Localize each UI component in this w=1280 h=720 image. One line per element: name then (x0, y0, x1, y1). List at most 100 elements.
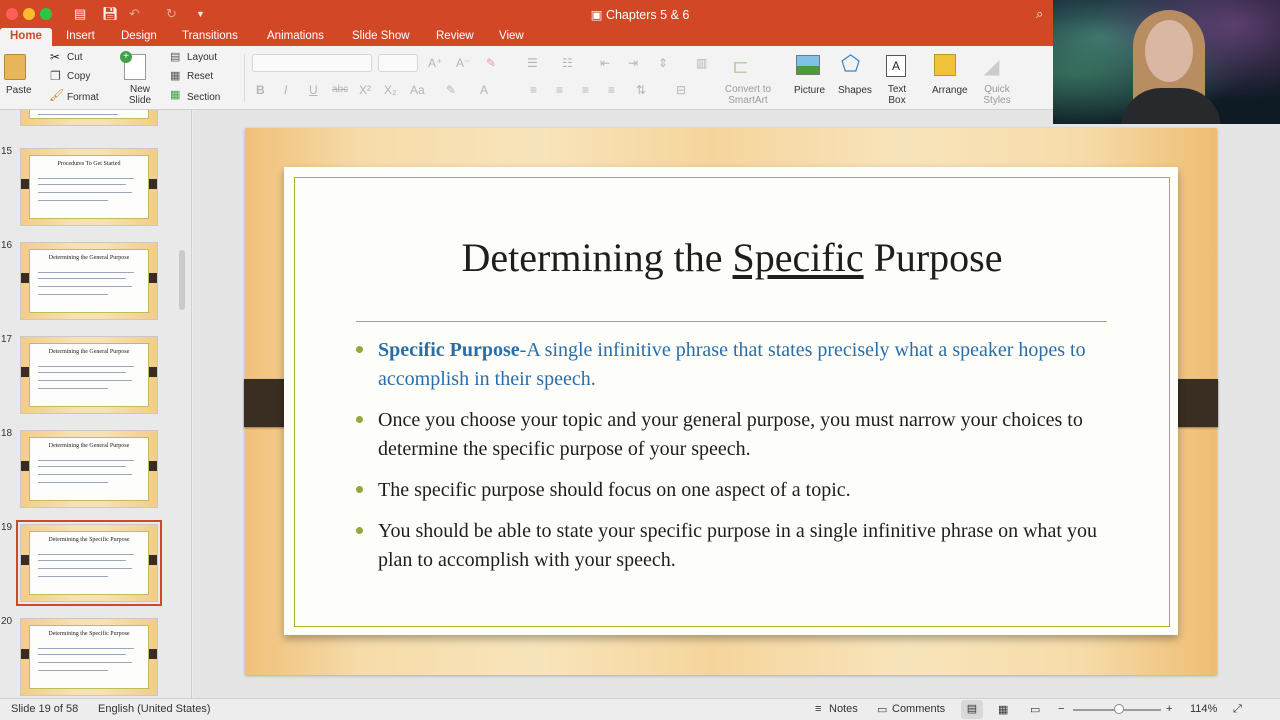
copy-icon[interactable]: ❐ (50, 69, 61, 83)
slide-number: 16 (1, 240, 13, 251)
thumb-card: Determining the General Purpose (29, 249, 149, 313)
highlight-icon[interactable]: ✎ (446, 83, 456, 97)
reset-button[interactable]: Reset (187, 71, 213, 82)
slide-title[interactable]: Determining the Specific Purpose (294, 234, 1170, 281)
convert-smartart-icon[interactable]: ⊏ (732, 54, 749, 79)
thumb-card: Determining the Specific Purpose (29, 625, 149, 689)
quick-styles-button[interactable]: Quick Styles (982, 84, 1012, 106)
grow-font-icon[interactable]: A⁺ (428, 56, 442, 70)
italic-icon[interactable]: I (284, 83, 287, 97)
webcam-overlay (1053, 0, 1280, 124)
section-button[interactable]: Section (187, 92, 220, 103)
line-spacing-icon[interactable]: ⇕ (658, 56, 668, 70)
text-box-button[interactable]: Text Box (885, 84, 909, 106)
slide-thumbnail[interactable]: Determining the General Purpose (20, 242, 158, 320)
bullet-item[interactable]: Specific Purpose-A single infinitive phr… (378, 336, 1118, 394)
notes-button[interactable]: Notes (829, 703, 858, 715)
add-icon: + (120, 51, 132, 63)
format-painter-button[interactable]: Format (67, 92, 99, 103)
bullets-icon[interactable]: ☰ (527, 56, 538, 70)
slide-title-part: Purpose (863, 235, 1003, 280)
notes-icon[interactable]: ≡ (815, 703, 821, 715)
slide-thumbnail[interactable]: Determining the General Purpose (20, 430, 158, 508)
align-text-icon[interactable]: ⊟ (676, 83, 686, 97)
layout-button[interactable]: Layout (187, 52, 217, 63)
slide-sorter-icon[interactable]: ▦ (998, 703, 1008, 716)
justify-icon[interactable]: ≡ (608, 83, 615, 97)
normal-view-icon[interactable]: ▤ (961, 700, 983, 719)
slide-thumbnail[interactable]: Determining the Specific Purpose (20, 618, 158, 696)
shrink-font-icon[interactable]: A⁻ (456, 56, 470, 70)
text-effects-icon[interactable]: Aa (410, 83, 425, 97)
shapes-button[interactable]: Shapes (838, 85, 872, 96)
slide-thumbnail[interactable]: Procedures To Get Started (20, 148, 158, 226)
strikethrough-icon[interactable]: abc (332, 84, 348, 95)
new-slide-button[interactable]: New Slide (126, 84, 154, 106)
convert-smartart-button[interactable]: Convert to SmartArt (716, 84, 780, 106)
subscript-icon[interactable]: X₂ (384, 83, 397, 97)
bold-icon[interactable]: B (256, 83, 265, 97)
fit-to-window-icon[interactable]: ⤢ (1233, 703, 1242, 716)
cut-icon[interactable]: ✂ (50, 50, 60, 64)
thumb-clip (149, 649, 157, 659)
bullet-item[interactable]: The specific purpose should focus on one… (378, 476, 1118, 505)
clear-format-icon[interactable]: ✎ (486, 56, 496, 70)
tab-home[interactable]: Home (0, 28, 52, 46)
superscript-icon[interactable]: X² (359, 83, 371, 97)
tab-transitions[interactable]: Transitions (172, 28, 248, 46)
zoom-in-icon[interactable]: + (1166, 703, 1172, 715)
search-icon[interactable]: ⌕ (1036, 6, 1043, 22)
zoom-level[interactable]: 114% (1190, 703, 1217, 715)
quick-styles-icon[interactable]: ◢ (984, 54, 999, 79)
numbering-icon[interactable]: ☷ (562, 56, 573, 70)
comments-icon[interactable]: ▭ (877, 703, 887, 716)
decrease-indent-icon[interactable]: ⇤ (600, 56, 610, 70)
align-left-icon[interactable]: ≡ (530, 83, 537, 97)
comments-button[interactable]: Comments (892, 703, 945, 715)
language-indicator[interactable]: English (United States) (98, 703, 211, 715)
slide-title-underlined: Specific (732, 235, 864, 280)
slide-thumbnail[interactable]: Determining the Specific Purpose (16, 520, 162, 606)
tab-insert[interactable]: Insert (56, 28, 105, 46)
columns-icon[interactable]: ▥ (696, 56, 707, 70)
tab-animations[interactable]: Animations (257, 28, 334, 46)
arrange-icon[interactable] (934, 54, 956, 76)
font-color-icon[interactable]: A (480, 83, 488, 97)
text-direction-icon[interactable]: ⇅ (636, 83, 646, 97)
bullet-item[interactable]: You should be able to state your specifi… (378, 517, 1118, 575)
tab-review[interactable]: Review (426, 28, 484, 46)
zoom-out-icon[interactable]: − (1058, 703, 1064, 715)
tab-view[interactable]: View (489, 28, 534, 46)
copy-button[interactable]: Copy (67, 71, 90, 82)
picture-icon[interactable] (796, 55, 820, 75)
arrange-button[interactable]: Arrange (932, 85, 968, 96)
ribbon-divider (244, 54, 245, 102)
slide-number: 17 (1, 334, 13, 345)
shapes-icon[interactable]: ⬠ (841, 51, 860, 77)
increase-indent-icon[interactable]: ⇥ (628, 56, 638, 70)
underline-icon[interactable]: U (309, 83, 318, 97)
thumbnail-title: Determining the General Purpose (48, 255, 130, 261)
zoom-slider-thumb[interactable] (1114, 704, 1124, 714)
tab-slide-show[interactable]: Slide Show (342, 28, 420, 46)
cut-button[interactable]: Cut (67, 52, 83, 63)
thumb-card: Determining the General Purpose (29, 343, 149, 407)
font-name-dropdown[interactable] (252, 54, 372, 72)
paste-icon[interactable] (4, 54, 26, 80)
paste-button[interactable]: Paste (6, 85, 32, 96)
align-right-icon[interactable]: ≡ (582, 83, 589, 97)
thumbnail-scrollbar[interactable] (179, 250, 185, 310)
bullet-item[interactable]: Once you choose your topic and your gene… (378, 406, 1118, 464)
slide-thumbnails-panel[interactable]: 15 Procedures To Get Started 16 Determining… (0, 110, 192, 698)
text-box-icon[interactable]: A (886, 55, 906, 77)
tab-design[interactable]: Design (111, 28, 167, 46)
title-divider (356, 321, 1107, 322)
picture-button[interactable]: Picture (794, 85, 825, 96)
align-center-icon[interactable]: ≡ (556, 83, 563, 97)
slide-thumbnail[interactable] (20, 110, 158, 126)
font-size-dropdown[interactable] (378, 54, 418, 72)
slide-thumbnail[interactable]: Determining the General Purpose (20, 336, 158, 414)
thumb-clip (21, 273, 29, 283)
status-bar: Slide 19 of 58 English (United States) ≡… (0, 698, 1280, 720)
format-painter-icon[interactable]: 🖌︎ (49, 88, 64, 102)
